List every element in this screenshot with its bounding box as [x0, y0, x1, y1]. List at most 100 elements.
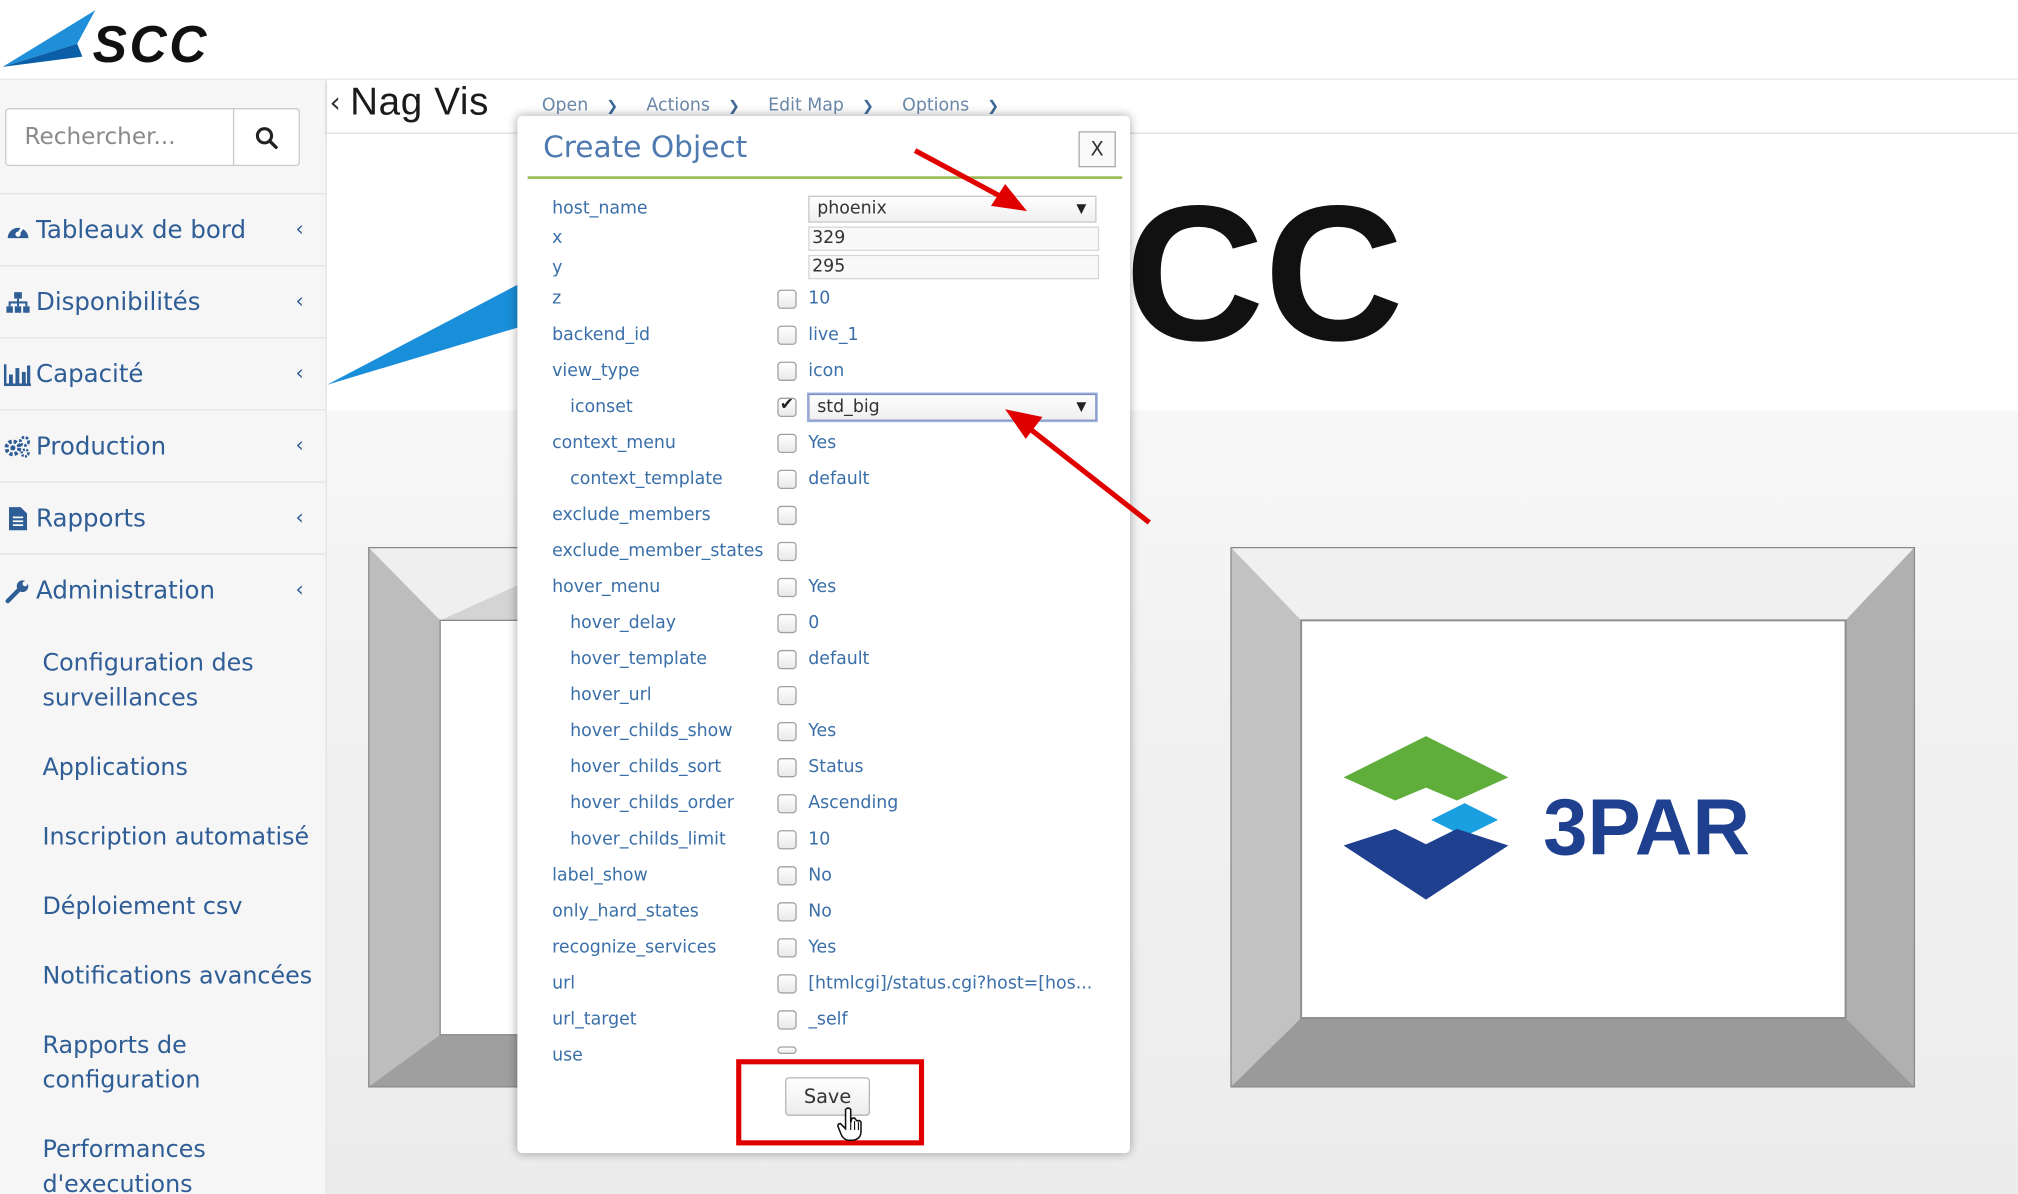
title-divider: [527, 176, 1123, 179]
menu-actions[interactable]: Actions ❯: [646, 95, 739, 116]
submenu-deploiement-csv[interactable]: Déploiement csv: [0, 889, 327, 924]
y-input[interactable]: 295: [808, 254, 1100, 280]
scc-logo[interactable]: SCC: [0, 5, 277, 72]
field-hover-childs-order: hover_childs_order Ascending: [570, 792, 899, 814]
chevron-left-icon: ‹: [295, 432, 304, 457]
field-only-hard-states: only_hard_states No: [552, 900, 832, 922]
menu-edit-map[interactable]: Edit Map ❯: [768, 95, 874, 116]
bar-chart-icon: [3, 361, 32, 387]
chevron-down-icon: ❯: [727, 97, 740, 114]
label-show-checkbox[interactable]: [777, 866, 797, 886]
dropdown-arrow-icon: ▼: [1076, 202, 1087, 217]
field-url: url [htmlcgi]/status.cgi?host=[hos...: [552, 972, 1093, 994]
sidebar-item-disponibilites[interactable]: Disponibilités ‹: [0, 265, 327, 337]
field-view-type: view_type icon: [552, 360, 845, 381]
x-input[interactable]: 329: [808, 226, 1100, 251]
field-context-template: context_template default: [570, 468, 870, 490]
search-input[interactable]: [6, 109, 235, 165]
only-hard-states-checkbox[interactable]: [777, 902, 797, 922]
sidebar-item-rapports[interactable]: Rapports ‹: [0, 481, 327, 553]
url-checkbox[interactable]: [777, 974, 797, 994]
sidebar-item-tableaux-de-bord[interactable]: Tableaux de bord ‹: [0, 193, 327, 265]
backend-id-checkbox[interactable]: [777, 325, 797, 345]
chevron-left-icon: ‹: [295, 576, 304, 602]
dashboard-icon: [4, 217, 32, 243]
chevron-left-icon: ‹: [295, 216, 304, 241]
hover-childs-order-checkbox[interactable]: [777, 794, 797, 814]
menu-options[interactable]: Options ❯: [902, 95, 999, 116]
field-hover-delay: hover_delay 0: [570, 612, 820, 634]
submenu-rapports-de-configuration[interactable]: Rapports de configuration: [0, 1028, 206, 1097]
field-context-menu: context_menu Yes: [552, 432, 837, 454]
hand-cursor-icon: [837, 1107, 862, 1142]
sidebar-item-production[interactable]: Production ‹: [0, 409, 327, 481]
url-target-checkbox[interactable]: [777, 1010, 797, 1030]
hover-childs-limit-checkbox[interactable]: [777, 830, 797, 850]
field-exclude-members: exclude_members: [517, 502, 1130, 530]
search-icon: [255, 126, 278, 149]
save-highlight-box: [736, 1059, 925, 1146]
iconset-checkbox[interactable]: [777, 395, 797, 417]
submenu-inscription-automatise[interactable]: Inscription automatisé: [0, 820, 327, 855]
3par-logo-text: 3PAR: [1543, 783, 1750, 872]
collapse-sidebar-icon[interactable]: ‹: [329, 88, 340, 120]
field-exclude-member-states: exclude_member_states: [517, 538, 1130, 566]
field-host-name: host_name phoenix ▼: [517, 195, 1130, 224]
dropdown-arrow-icon: ▼: [1076, 400, 1087, 415]
sitemap-icon: [4, 289, 32, 315]
chevron-left-icon: ‹: [295, 504, 304, 529]
submenu-notifications-avancees[interactable]: Notifications avancées: [0, 959, 327, 994]
context-menu-checkbox[interactable]: [777, 433, 797, 454]
sidebar-item-label: Capacité: [36, 359, 144, 389]
field-hover-url: hover_url: [517, 682, 1130, 710]
hover-template-checkbox[interactable]: [777, 649, 797, 670]
chevron-left-icon: ‹: [295, 288, 304, 313]
host-name-select[interactable]: phoenix ▼: [808, 195, 1097, 223]
field-iconset: iconset std_big▼: [517, 393, 1130, 422]
menu-open[interactable]: Open ❯: [542, 95, 618, 116]
field-x: x 329: [517, 225, 1130, 253]
nagvis-logo[interactable]: Nag Vis: [350, 81, 489, 125]
chevron-down-icon: ❯: [606, 97, 619, 114]
close-button[interactable]: X: [1078, 131, 1116, 168]
create-object-dialog: Create Object X host_name phoenix ▼ x 329…: [517, 115, 1130, 1154]
hover-childs-show-checkbox[interactable]: [777, 722, 797, 742]
map-object-3par[interactable]: 3PAR: [1230, 546, 1916, 1088]
hover-childs-sort-checkbox[interactable]: [777, 758, 797, 778]
hover-menu-checkbox[interactable]: [777, 577, 797, 598]
nagvis-menu: Open ❯ Actions ❯ Edit Map ❯ Options ❯: [542, 95, 1028, 116]
chevron-down-icon: ❯: [987, 97, 1000, 114]
use-checkbox[interactable]: [777, 1046, 797, 1055]
sidebar-item-label: Administration: [36, 575, 215, 605]
z-checkbox[interactable]: [777, 289, 797, 309]
gears-icon: [4, 433, 32, 459]
submenu-performances-d-executions[interactable]: Performances d'executions: [0, 1133, 232, 1194]
sidebar-item-label: Rapports: [36, 503, 146, 533]
administration-submenu: Configuration des surveillances Applicat…: [0, 625, 327, 1194]
sidebar-item-label: Tableaux de bord: [36, 215, 246, 244]
hover-url-checkbox[interactable]: [777, 685, 797, 706]
sidebar: Tableaux de bord ‹ Disponibilités ‹ Capa…: [0, 79, 327, 1194]
field-recognize-services: recognize_services Yes: [552, 936, 837, 958]
field-hover-childs-show: hover_childs_show Yes: [570, 720, 837, 742]
wrench-icon: [4, 577, 32, 603]
submenu-configuration-des-surveillances[interactable]: Configuration des surveillances: [0, 646, 327, 715]
sidebar-nav: Tableaux de bord ‹ Disponibilités ‹ Capa…: [0, 193, 327, 1194]
exclude-members-checkbox[interactable]: [777, 505, 797, 526]
field-hover-template: hover_template default: [570, 648, 870, 670]
exclude-member-states-checkbox[interactable]: [777, 541, 797, 562]
file-text-icon: [4, 505, 32, 531]
recognize-services-checkbox[interactable]: [777, 938, 797, 958]
background-logo-text: CC: [1125, 165, 1404, 381]
search-button[interactable]: [234, 109, 298, 164]
context-template-checkbox[interactable]: [777, 469, 797, 490]
hover-delay-checkbox[interactable]: [777, 613, 797, 634]
submenu-applications[interactable]: Applications: [0, 750, 327, 785]
iconset-select[interactable]: std_big ▼: [808, 393, 1097, 421]
view-type-checkbox[interactable]: [777, 361, 797, 381]
sidebar-item-administration[interactable]: Administration ‹: [0, 553, 327, 625]
sidebar-item-label: Production: [36, 431, 167, 461]
sidebar-item-capacite[interactable]: Capacité ‹: [0, 337, 327, 409]
scc-logo-text: SCC: [93, 15, 209, 72]
field-z: z 10: [552, 288, 831, 309]
